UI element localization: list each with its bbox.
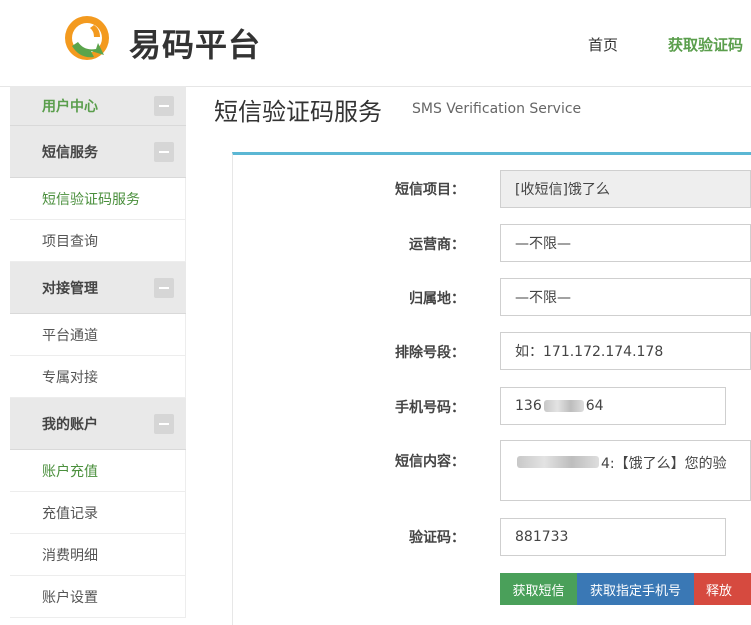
- sidebar-item-label: 平台通道: [42, 327, 98, 344]
- sidebar-item-label: 账户充值: [42, 463, 98, 480]
- nav-get-code-link[interactable]: 获取验证码: [668, 34, 751, 55]
- project-field[interactable]: [收短信]饿了么: [500, 170, 751, 208]
- sidebar-group-my-account[interactable]: 我的账户: [10, 398, 186, 450]
- sidebar-item-project-query[interactable]: 项目查询: [10, 220, 186, 262]
- content-label: 短信内容：: [395, 454, 465, 470]
- exclude-placeholder: 如：171.172.174.178: [515, 344, 664, 360]
- sidebar-group-sms-service[interactable]: 短信服务: [10, 126, 186, 178]
- page-subtitle: SMS Verification Service: [412, 101, 582, 117]
- sidebar-group-user-center[interactable]: 用户中心: [10, 86, 186, 126]
- sidebar-group-label: 短信服务: [42, 144, 98, 161]
- redacted-blur: [517, 456, 599, 468]
- sidebar-item-recharge[interactable]: 账户充值: [10, 450, 186, 492]
- sidebar-item-dedicated-integration[interactable]: 专属对接: [10, 356, 186, 398]
- carrier-value: —不限—: [515, 236, 571, 252]
- project-label: 短信项目：: [395, 182, 465, 198]
- brand-title: 易码平台: [129, 26, 262, 64]
- phone-prefix: 136: [515, 398, 542, 414]
- sidebar-item-recharge-history[interactable]: 充值记录: [10, 492, 186, 534]
- sidebar-item-label: 短信验证码服务: [42, 191, 140, 208]
- region-select[interactable]: —不限—: [500, 278, 751, 316]
- sidebar-item-label: 账户设置: [42, 589, 98, 606]
- sidebar-item-sms-code-service[interactable]: 短信验证码服务: [10, 178, 186, 220]
- exclude-input[interactable]: 如：171.172.174.178: [500, 332, 751, 370]
- collapse-icon[interactable]: [154, 277, 174, 298]
- code-label: 验证码：: [409, 530, 465, 546]
- sidebar-item-label: 消费明细: [42, 547, 98, 564]
- project-value: [收短信]饿了么: [515, 182, 610, 198]
- exclude-label: 排除号段：: [395, 345, 465, 361]
- logo-icon: [65, 16, 109, 60]
- content-textarea[interactable]: 4:【饿了么】您的验: [500, 440, 751, 501]
- code-input[interactable]: 881733: [500, 518, 726, 556]
- redacted-blur: [543, 400, 584, 412]
- top-header: 易码平台 首页 获取验证码: [0, 0, 751, 87]
- sidebar: 用户中心 短信服务 短信验证码服务 项目查询 对接管理 平台通道 专属对接 我的…: [10, 86, 186, 622]
- collapse-icon[interactable]: [154, 413, 174, 434]
- content-suffix: 4:【饿了么】您的验: [601, 456, 727, 472]
- sidebar-group-label: 我的账户: [42, 416, 98, 433]
- nav-home-link[interactable]: 首页: [588, 34, 618, 55]
- sidebar-item-account-settings[interactable]: 账户设置: [10, 576, 186, 618]
- phone-suffix: 64: [585, 398, 604, 414]
- carrier-select[interactable]: —不限—: [500, 224, 751, 262]
- get-sms-button[interactable]: 获取短信: [500, 573, 577, 605]
- get-specific-number-button[interactable]: 获取指定手机号: [577, 573, 694, 605]
- phone-label: 手机号码：: [395, 400, 465, 416]
- sidebar-item-label: 项目查询: [42, 233, 98, 250]
- release-button[interactable]: 释放: [694, 573, 751, 605]
- carrier-label: 运营商：: [409, 237, 465, 253]
- sidebar-item-label: 专属对接: [42, 369, 98, 386]
- sidebar-group-label: 对接管理: [42, 280, 98, 297]
- collapse-icon[interactable]: [154, 95, 174, 116]
- sidebar-item-platform-channel[interactable]: 平台通道: [10, 314, 186, 356]
- sidebar-group-label: 用户中心: [42, 98, 98, 115]
- phone-input[interactable]: 136 64: [500, 387, 726, 425]
- region-value: —不限—: [515, 290, 571, 306]
- region-label: 归属地：: [409, 291, 465, 307]
- code-value: 881733: [515, 529, 569, 545]
- sidebar-item-spending-details[interactable]: 消费明细: [10, 534, 186, 576]
- sidebar-group-integration[interactable]: 对接管理: [10, 262, 186, 314]
- page-title: 短信验证码服务: [214, 98, 382, 126]
- collapse-icon[interactable]: [154, 141, 174, 162]
- sidebar-item-label: 充值记录: [42, 505, 98, 522]
